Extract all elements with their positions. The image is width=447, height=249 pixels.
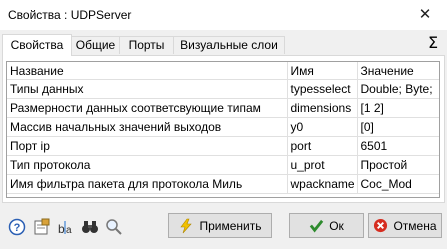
- row-id: u_prot: [287, 155, 358, 175]
- svg-text:?: ?: [14, 222, 21, 234]
- row-value[interactable]: Coc_Mod: [357, 174, 439, 194]
- row-value[interactable]: 6501: [357, 136, 439, 156]
- row-name: Имя фильтра пакета для протокола Миль: [7, 174, 288, 194]
- column-header-name[interactable]: Название: [7, 62, 288, 80]
- row-value[interactable]: [1 2]: [357, 98, 439, 118]
- row-id: typesselect: [287, 79, 358, 99]
- properties-icon[interactable]: [33, 218, 51, 236]
- cancel-icon: [374, 218, 388, 233]
- row-value[interactable]: Простой: [357, 155, 439, 175]
- row-value[interactable]: [0]: [357, 117, 439, 137]
- row-id: wpackname: [287, 174, 358, 194]
- table-row[interactable]: Порт ip port 6501: [7, 136, 439, 156]
- help-icon[interactable]: ?: [8, 218, 26, 236]
- binoculars-icon[interactable]: [81, 218, 99, 236]
- cancel-button[interactable]: Отмена: [368, 213, 442, 238]
- sigma-icon[interactable]: Σ: [428, 33, 438, 52]
- row-value[interactable]: Double; Byte;: [357, 79, 439, 99]
- row-name: Размерности данных соответсвующие типам: [7, 98, 288, 118]
- row-id: y0: [287, 117, 358, 137]
- column-header-id[interactable]: Имя: [287, 62, 358, 80]
- row-name: Порт ip: [7, 136, 288, 156]
- properties-grid: Название Имя Значение Типы данных typess…: [6, 61, 440, 198]
- cancel-button-label: Отмена: [393, 218, 437, 233]
- row-name: Тип протокола: [7, 155, 288, 175]
- tab-general[interactable]: Общие: [71, 36, 120, 54]
- checkmark-icon: [309, 219, 324, 233]
- column-header-value[interactable]: Значение: [357, 62, 439, 80]
- ok-button[interactable]: Ок: [289, 213, 364, 238]
- title-bar: Свойства : UDPServer ✕: [0, 0, 447, 30]
- table-row[interactable]: Тип протокола u_prot Простой: [7, 155, 439, 175]
- rename-icon[interactable]: b a: [57, 218, 75, 236]
- row-name: Типы данных: [7, 79, 288, 99]
- tab-visual-layers[interactable]: Визуальные слои: [173, 36, 285, 54]
- table-row[interactable]: Массив начальных значений выходов y0 [0]: [7, 117, 439, 137]
- table-row[interactable]: Имя фильтра пакета для протокола Миль wp…: [7, 174, 439, 194]
- table-row[interactable]: Типы данных typesselect Double; Byte;: [7, 79, 439, 99]
- row-id: dimensions: [287, 98, 358, 118]
- row-name: Массив начальных значений выходов: [7, 117, 288, 137]
- window-title: Свойства : UDPServer: [8, 8, 132, 22]
- search-icon[interactable]: [105, 218, 123, 236]
- ok-button-label: Ок: [329, 218, 344, 233]
- svg-text:a: a: [66, 225, 72, 236]
- apply-button[interactable]: Применить: [168, 213, 272, 238]
- tab-ports[interactable]: Порты: [119, 36, 174, 54]
- tab-properties[interactable]: Свойства: [2, 34, 72, 56]
- row-id: port: [287, 136, 358, 156]
- lightning-icon: [180, 218, 193, 233]
- table-header-row: Название Имя Значение: [7, 62, 439, 80]
- close-icon[interactable]: ✕: [408, 5, 442, 25]
- table-row[interactable]: Размерности данных соответсвующие типам …: [7, 98, 439, 118]
- svg-text:b: b: [58, 222, 65, 236]
- apply-button-label: Применить: [199, 218, 262, 233]
